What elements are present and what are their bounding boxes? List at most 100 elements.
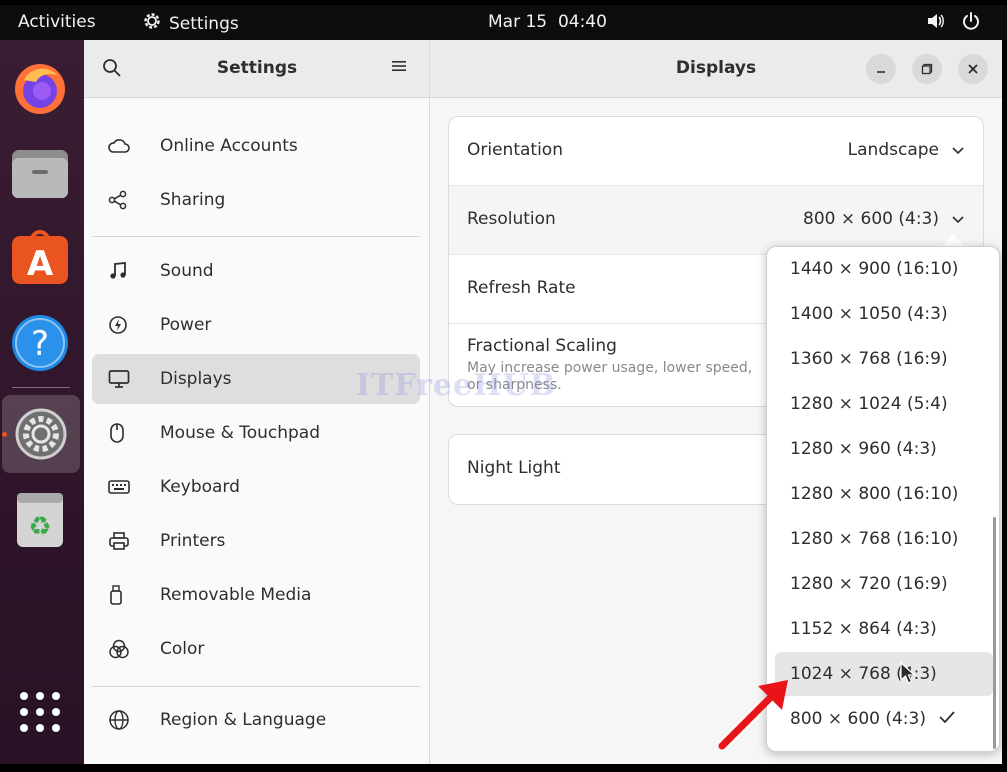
sidebar-item-label: Color bbox=[160, 639, 205, 659]
resolution-option-hovered[interactable]: 1024 × 768 (4:3) bbox=[775, 652, 993, 696]
resolution-value: 800 × 600 (4:3) bbox=[803, 209, 939, 229]
header-bar: Displays bbox=[430, 40, 1002, 98]
sidebar-item-sharing[interactable]: Sharing bbox=[92, 175, 420, 225]
sidebar-item-label: Sound bbox=[160, 261, 214, 281]
maximize-button[interactable] bbox=[912, 54, 942, 84]
resolution-option[interactable]: 1280 × 1024 (5:4) bbox=[775, 382, 993, 426]
resolution-popover: 1440 × 900 (16:10) 1400 × 1050 (4:3) 136… bbox=[766, 246, 1000, 752]
usb-icon bbox=[108, 584, 142, 606]
clock-date: Mar 15 bbox=[488, 12, 548, 32]
option-label: 1280 × 800 (16:10) bbox=[790, 484, 959, 504]
popover-scrollbar[interactable] bbox=[993, 517, 996, 749]
dock: A ? ♻ bbox=[0, 40, 84, 764]
resolution-option-selected[interactable]: 800 × 600 (4:3) bbox=[775, 697, 993, 741]
resolution-label: Resolution bbox=[467, 209, 556, 229]
system-tray[interactable] bbox=[925, 11, 981, 36]
screen: Activities Settings Mar 15 04:40 A ? ♻ S… bbox=[0, 0, 1007, 772]
resolution-row[interactable]: Resolution 800 × 600 (4:3) bbox=[449, 186, 983, 255]
sidebar-item-keyboard[interactable]: Keyboard bbox=[92, 462, 420, 512]
hamburger-menu-icon[interactable] bbox=[391, 58, 407, 78]
resolution-option[interactable]: 1280 × 800 (16:10) bbox=[775, 472, 993, 516]
refresh-rate-label: Refresh Rate bbox=[467, 278, 576, 298]
sidebar-item-region-language[interactable]: Region & Language bbox=[92, 695, 420, 745]
checkmark-icon bbox=[938, 709, 956, 729]
sidebar-item-label: Removable Media bbox=[160, 585, 312, 605]
dock-separator bbox=[12, 387, 70, 388]
show-apps-icon[interactable] bbox=[10, 682, 70, 742]
minimize-button[interactable] bbox=[866, 54, 896, 84]
option-label: 1280 × 960 (4:3) bbox=[790, 439, 937, 459]
sidebar-item-label: Printers bbox=[160, 531, 226, 551]
mouse-icon bbox=[108, 422, 142, 444]
color-icon bbox=[108, 638, 142, 660]
annotation-arrow-icon bbox=[718, 680, 788, 750]
help-icon[interactable]: ? bbox=[10, 313, 70, 373]
gear-icon bbox=[142, 11, 162, 36]
sidebar-item-sound[interactable]: Sound bbox=[92, 246, 420, 296]
power-menu-icon[interactable] bbox=[961, 11, 981, 36]
app-menu[interactable]: Settings bbox=[142, 11, 239, 36]
volume-icon[interactable] bbox=[925, 11, 945, 36]
option-label: 1280 × 720 (16:9) bbox=[790, 574, 948, 594]
chevron-down-icon bbox=[952, 147, 964, 155]
minimize-icon bbox=[877, 71, 885, 73]
svg-text:?: ? bbox=[31, 324, 49, 364]
app-center-icon[interactable]: A bbox=[10, 228, 70, 288]
sidebar-item-power[interactable]: Power bbox=[92, 300, 420, 350]
resolution-option[interactable]: 1440 × 900 (16:10) bbox=[775, 247, 993, 291]
globe-icon bbox=[108, 709, 142, 731]
resolution-dropdown[interactable]: 800 × 600 (4:3) bbox=[803, 209, 965, 229]
resolution-option[interactable]: 1280 × 720 (16:9) bbox=[775, 562, 993, 606]
sidebar-item-label: Sharing bbox=[160, 190, 226, 210]
clock[interactable]: Mar 15 04:40 bbox=[488, 12, 607, 32]
monitor-icon bbox=[108, 369, 142, 389]
orientation-dropdown[interactable]: Landscape bbox=[848, 140, 965, 160]
trash-icon[interactable]: ♻ bbox=[10, 490, 70, 550]
sidebar-header: Settings bbox=[84, 40, 429, 98]
option-label: 1400 × 1050 (4:3) bbox=[790, 304, 948, 324]
keyboard-icon bbox=[108, 479, 142, 495]
app-menu-label: Settings bbox=[169, 13, 239, 34]
sidebar-item-removable-media[interactable]: Removable Media bbox=[92, 570, 420, 620]
sidebar-separator bbox=[92, 236, 420, 237]
sidebar-item-label: Keyboard bbox=[160, 477, 240, 497]
orientation-row[interactable]: Orientation Landscape bbox=[449, 117, 983, 186]
close-button[interactable] bbox=[958, 54, 988, 84]
option-label: 1152 × 864 (4:3) bbox=[790, 619, 937, 639]
fractional-scaling-label: Fractional Scaling bbox=[467, 336, 617, 356]
running-indicator bbox=[2, 432, 7, 437]
restore-icon bbox=[921, 63, 933, 75]
sidebar-item-label: Region & Language bbox=[160, 710, 327, 730]
chevron-down-icon bbox=[952, 216, 964, 224]
sidebar-item-label: Online Accounts bbox=[160, 136, 298, 156]
sidebar-item-printers[interactable]: Printers bbox=[92, 516, 420, 566]
night-light-label: Night Light bbox=[467, 458, 561, 478]
resolution-option[interactable]: 1280 × 960 (4:3) bbox=[775, 427, 993, 471]
printer-icon bbox=[108, 531, 142, 551]
resolution-option[interactable]: 1152 × 864 (4:3) bbox=[775, 607, 993, 651]
cloud-icon bbox=[108, 137, 142, 155]
settings-icon[interactable] bbox=[2, 395, 80, 473]
sidebar-separator bbox=[92, 686, 420, 687]
svg-text:♻: ♻ bbox=[28, 512, 51, 542]
sidebar-item-label: Displays bbox=[160, 369, 232, 389]
sidebar-item-partial[interactable] bbox=[92, 98, 420, 112]
sidebar-item-label: Power bbox=[160, 315, 212, 335]
sidebar-item-mouse-touchpad[interactable]: Mouse & Touchpad bbox=[92, 408, 420, 458]
resolution-option[interactable]: 1400 × 1050 (4:3) bbox=[775, 292, 993, 336]
activities-button[interactable]: Activities bbox=[18, 12, 96, 32]
svg-text:A: A bbox=[27, 244, 54, 284]
resolution-option[interactable]: 1280 × 768 (16:10) bbox=[775, 517, 993, 561]
clock-time: 04:40 bbox=[557, 12, 607, 32]
sidebar-title: Settings bbox=[216, 58, 298, 78]
resolution-option[interactable]: 1360 × 768 (16:9) bbox=[775, 337, 993, 381]
files-icon[interactable] bbox=[10, 143, 70, 203]
orientation-value: Landscape bbox=[847, 140, 939, 160]
mouse-pointer-icon bbox=[900, 662, 916, 684]
sidebar-item-online-accounts[interactable]: Online Accounts bbox=[92, 121, 420, 171]
share-icon bbox=[108, 190, 142, 210]
firefox-icon[interactable] bbox=[10, 58, 70, 118]
top-bar: Activities Settings Mar 15 04:40 bbox=[0, 5, 1007, 40]
sidebar-item-color[interactable]: Color bbox=[92, 624, 420, 674]
orientation-label: Orientation bbox=[467, 140, 563, 160]
